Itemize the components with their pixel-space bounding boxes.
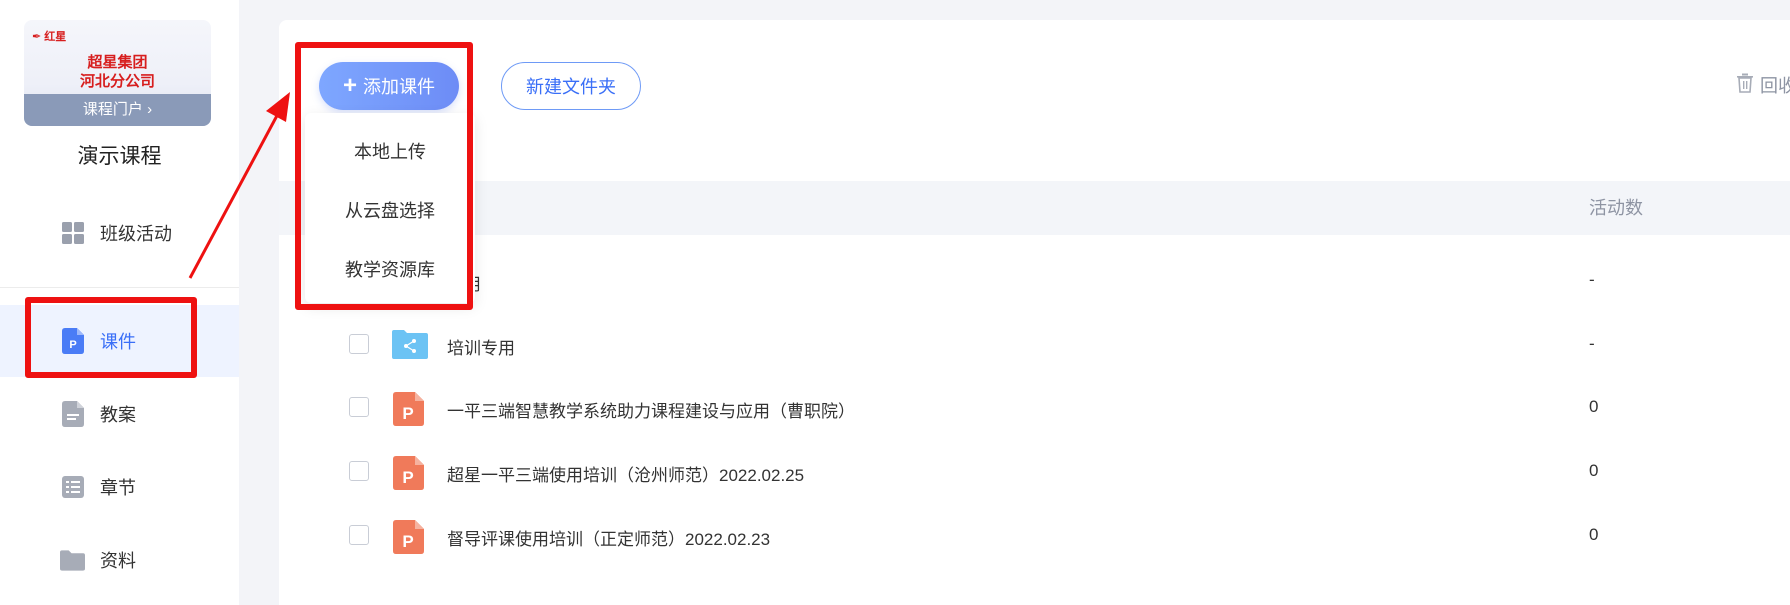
annotation-arrow: [188, 92, 290, 279]
